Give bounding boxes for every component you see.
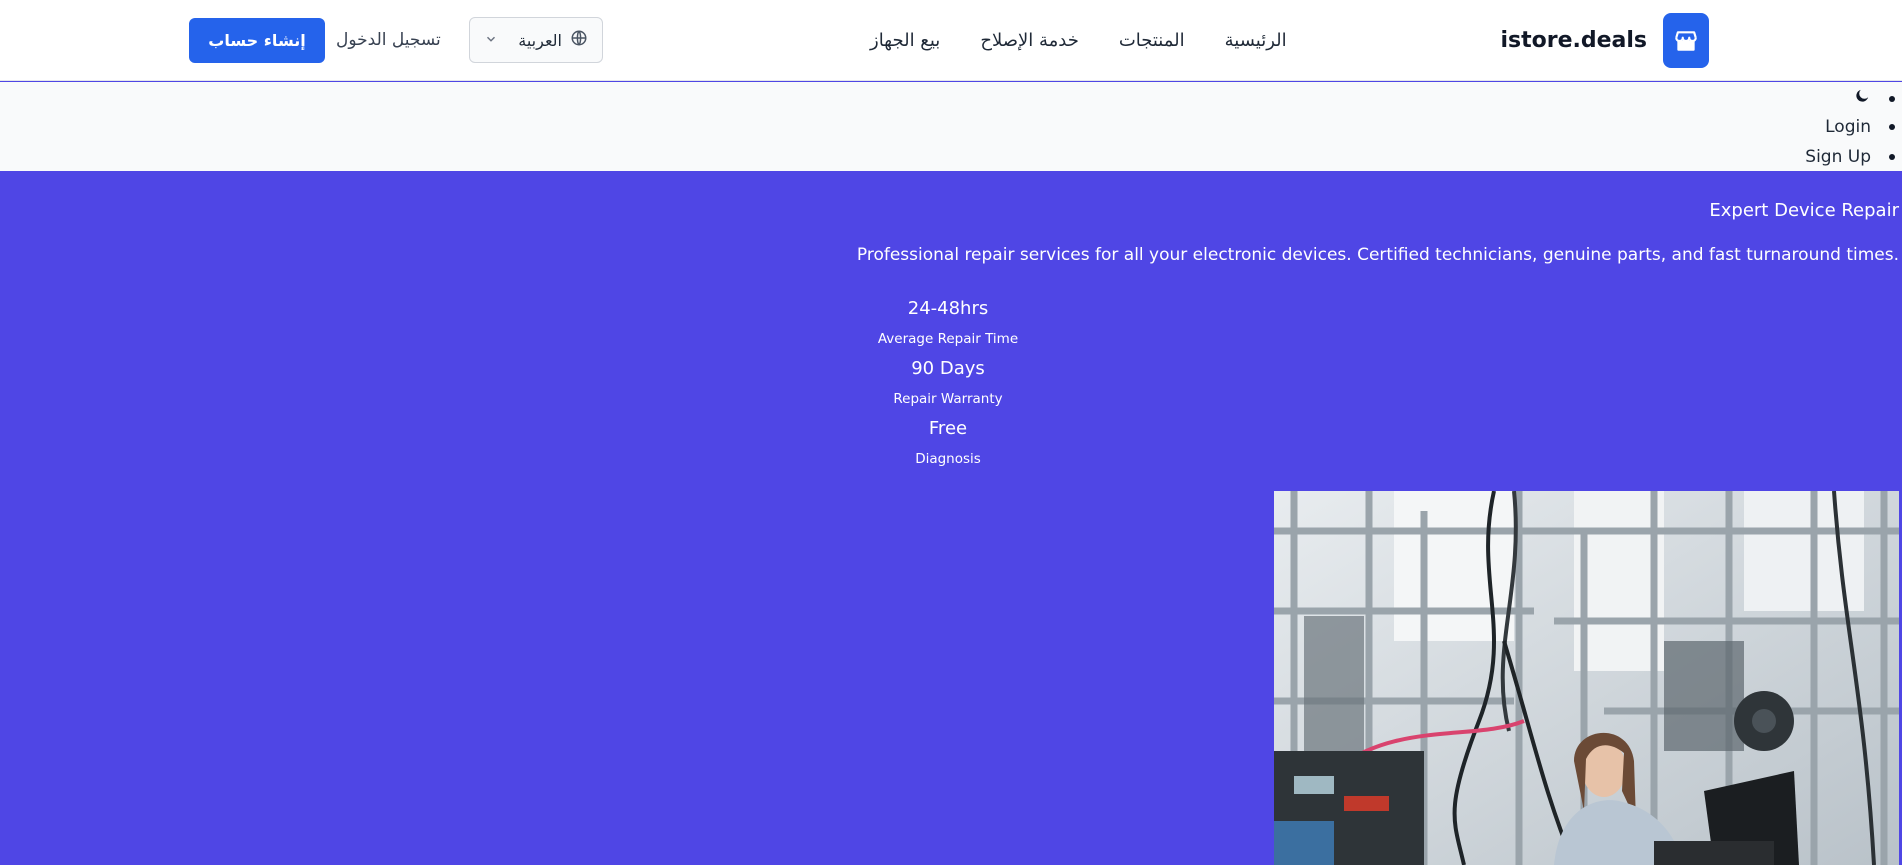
theme-toggle[interactable] [1805, 84, 1902, 112]
language-label: العربية [518, 30, 562, 50]
stat-label: Average Repair Time [877, 331, 1019, 347]
main-nav: الرئيسية المنتجات خدمة الإصلاح بيع الجها… [830, 0, 1287, 81]
hero-section: Expert Device Repair Professional repair… [0, 171, 1902, 865]
nav-home[interactable]: الرئيسية [1225, 30, 1287, 51]
chevron-down-icon [484, 31, 498, 50]
language-select[interactable]: العربية [469, 17, 603, 63]
hero-description: Professional repair services for all you… [856, 245, 1899, 265]
login-link[interactable]: تسجيل الدخول [336, 17, 441, 63]
stat-value: 24-48hrs [907, 298, 989, 319]
list-signup-link[interactable]: Sign Up [1805, 142, 1902, 172]
top-list: Login Sign Up [1805, 82, 1902, 172]
signup-button[interactable]: إنشاء حساب [189, 18, 325, 63]
globe-icon [570, 29, 588, 51]
hero-title: Expert Device Repair [1709, 200, 1899, 221]
nav-products[interactable]: المنتجات [1119, 30, 1185, 51]
site-header: istore.deals الرئيسية المنتجات خدمة الإص… [0, 0, 1902, 81]
nav-sell-device[interactable]: بيع الجهاز [870, 30, 940, 51]
nav-repair-service[interactable]: خدمة الإصلاح [980, 30, 1079, 51]
moon-icon[interactable] [1854, 87, 1871, 109]
brand[interactable]: istore.deals [1500, 13, 1709, 68]
store-icon[interactable] [1663, 13, 1709, 68]
top-list-strip: Login Sign Up [0, 82, 1902, 171]
repair-technician-photo [1274, 491, 1899, 865]
stat-label: Repair Warranty [893, 391, 1003, 407]
hero-stats: 24-48hrs Average Repair Time 90 Days Rep… [848, 295, 1048, 475]
stat-value: Free [928, 418, 968, 439]
stat-value: 90 Days [911, 358, 985, 379]
list-login-link[interactable]: Login [1805, 112, 1902, 142]
brand-name[interactable]: istore.deals [1500, 28, 1647, 53]
stat-label: Diagnosis [915, 451, 981, 467]
